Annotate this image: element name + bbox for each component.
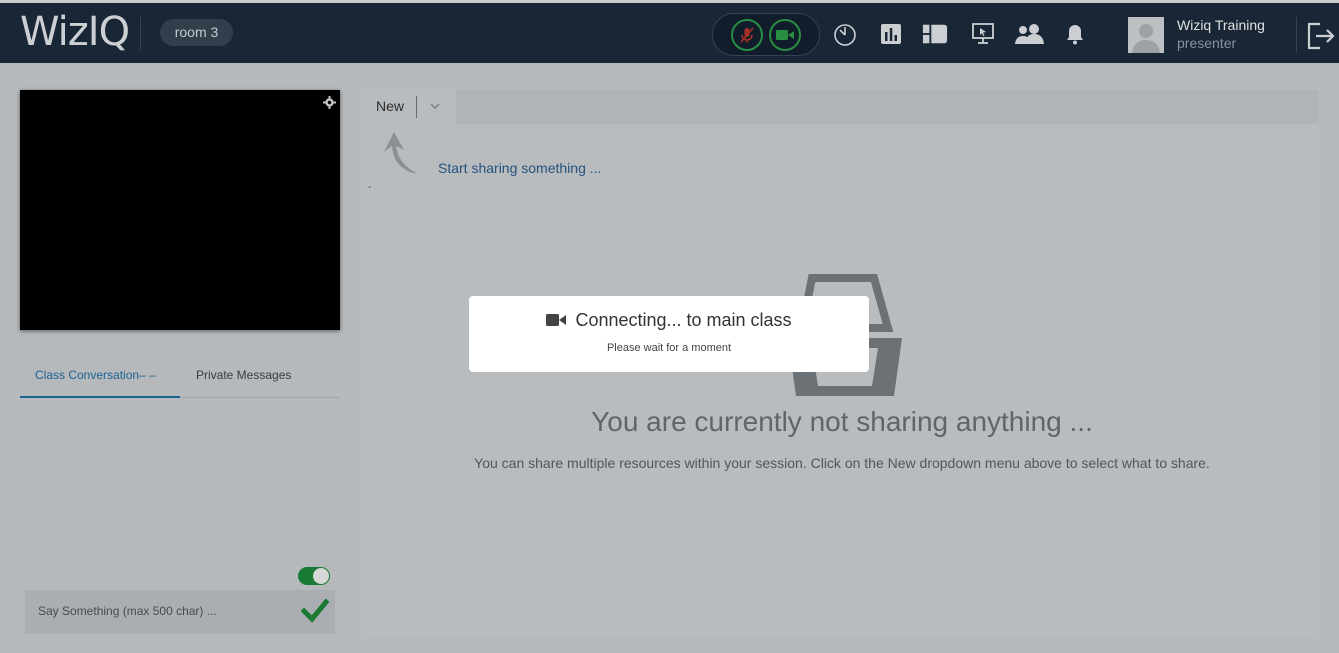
content-button[interactable] bbox=[922, 21, 948, 47]
start-sharing-link[interactable]: Start sharing something ... bbox=[438, 160, 601, 176]
modal-subtitle: Please wait for a moment bbox=[606, 342, 732, 354]
user-name: Wiziq Training bbox=[1177, 17, 1265, 33]
toggle-knob bbox=[313, 568, 329, 584]
curved-arrow-icon bbox=[384, 132, 418, 174]
avatar[interactable] bbox=[1128, 17, 1164, 53]
send-button[interactable] bbox=[300, 598, 330, 624]
empty-state-title: You are currently not sharing anything .… bbox=[591, 406, 1093, 437]
notifications-button[interactable] bbox=[1062, 21, 1088, 47]
dash-text: - bbox=[368, 182, 372, 193]
chat-tabs: Class Conversation– – Private Messages bbox=[20, 356, 340, 398]
divider bbox=[140, 17, 141, 51]
mic-toggle-button[interactable] bbox=[731, 19, 763, 51]
user-avatar-icon bbox=[1128, 17, 1164, 53]
screen-share-icon bbox=[972, 23, 994, 44]
poll-button[interactable] bbox=[878, 21, 904, 47]
av-controls bbox=[712, 13, 820, 56]
top-bar: WizIQ room 3 Wiziq Training presenter bbox=[0, 0, 1339, 63]
content-icon bbox=[922, 24, 948, 44]
modal-title-row: Connecting... to main class bbox=[469, 310, 869, 331]
wiziq-logo: WizIQ bbox=[20, 9, 130, 55]
video-camera-icon bbox=[546, 314, 567, 326]
tab-class-conversation[interactable]: Class Conversation– – bbox=[35, 368, 156, 382]
tab-private-messages[interactable]: Private Messages bbox=[196, 368, 291, 382]
participants-icon bbox=[1015, 24, 1044, 44]
stage-tab-bar: New bbox=[366, 90, 1318, 125]
modal-title: Connecting... to main class bbox=[575, 310, 792, 330]
screen-share-button[interactable] bbox=[970, 21, 996, 47]
new-tab-label: New bbox=[376, 98, 405, 114]
user-role: presenter bbox=[1177, 35, 1237, 51]
check-icon bbox=[300, 598, 330, 623]
poll-icon bbox=[881, 24, 901, 44]
new-dropdown[interactable]: New bbox=[366, 90, 456, 125]
chevron-down-icon bbox=[430, 103, 440, 109]
chat-input-placeholder: Say Something (max 500 char) ... bbox=[38, 604, 217, 618]
camera-icon bbox=[776, 30, 794, 40]
timer-icon bbox=[834, 24, 856, 46]
bell-icon bbox=[1067, 25, 1083, 45]
divider bbox=[1296, 17, 1297, 53]
chat-panel: Class Conversation– – Private Messages S… bbox=[20, 356, 340, 638]
room-badge[interactable]: room 3 bbox=[160, 19, 233, 46]
mic-muted-icon bbox=[740, 27, 754, 43]
connecting-modal: Connecting... to main class Please wait … bbox=[469, 296, 869, 372]
empty-state-hint: You can share multiple resources within … bbox=[474, 455, 1210, 471]
participants-button[interactable] bbox=[1012, 21, 1046, 47]
camera-toggle-button[interactable] bbox=[769, 19, 801, 51]
gear-icon bbox=[323, 96, 336, 109]
video-settings-button[interactable] bbox=[323, 96, 336, 109]
logout-button[interactable] bbox=[1306, 22, 1336, 50]
video-panel bbox=[20, 90, 340, 330]
timer-button[interactable] bbox=[832, 21, 858, 47]
logout-icon bbox=[1307, 22, 1335, 50]
divider bbox=[416, 96, 417, 118]
chat-input[interactable]: Say Something (max 500 char) ... bbox=[25, 590, 335, 634]
chat-enable-toggle[interactable] bbox=[298, 567, 330, 585]
active-tab-indicator bbox=[20, 396, 180, 398]
